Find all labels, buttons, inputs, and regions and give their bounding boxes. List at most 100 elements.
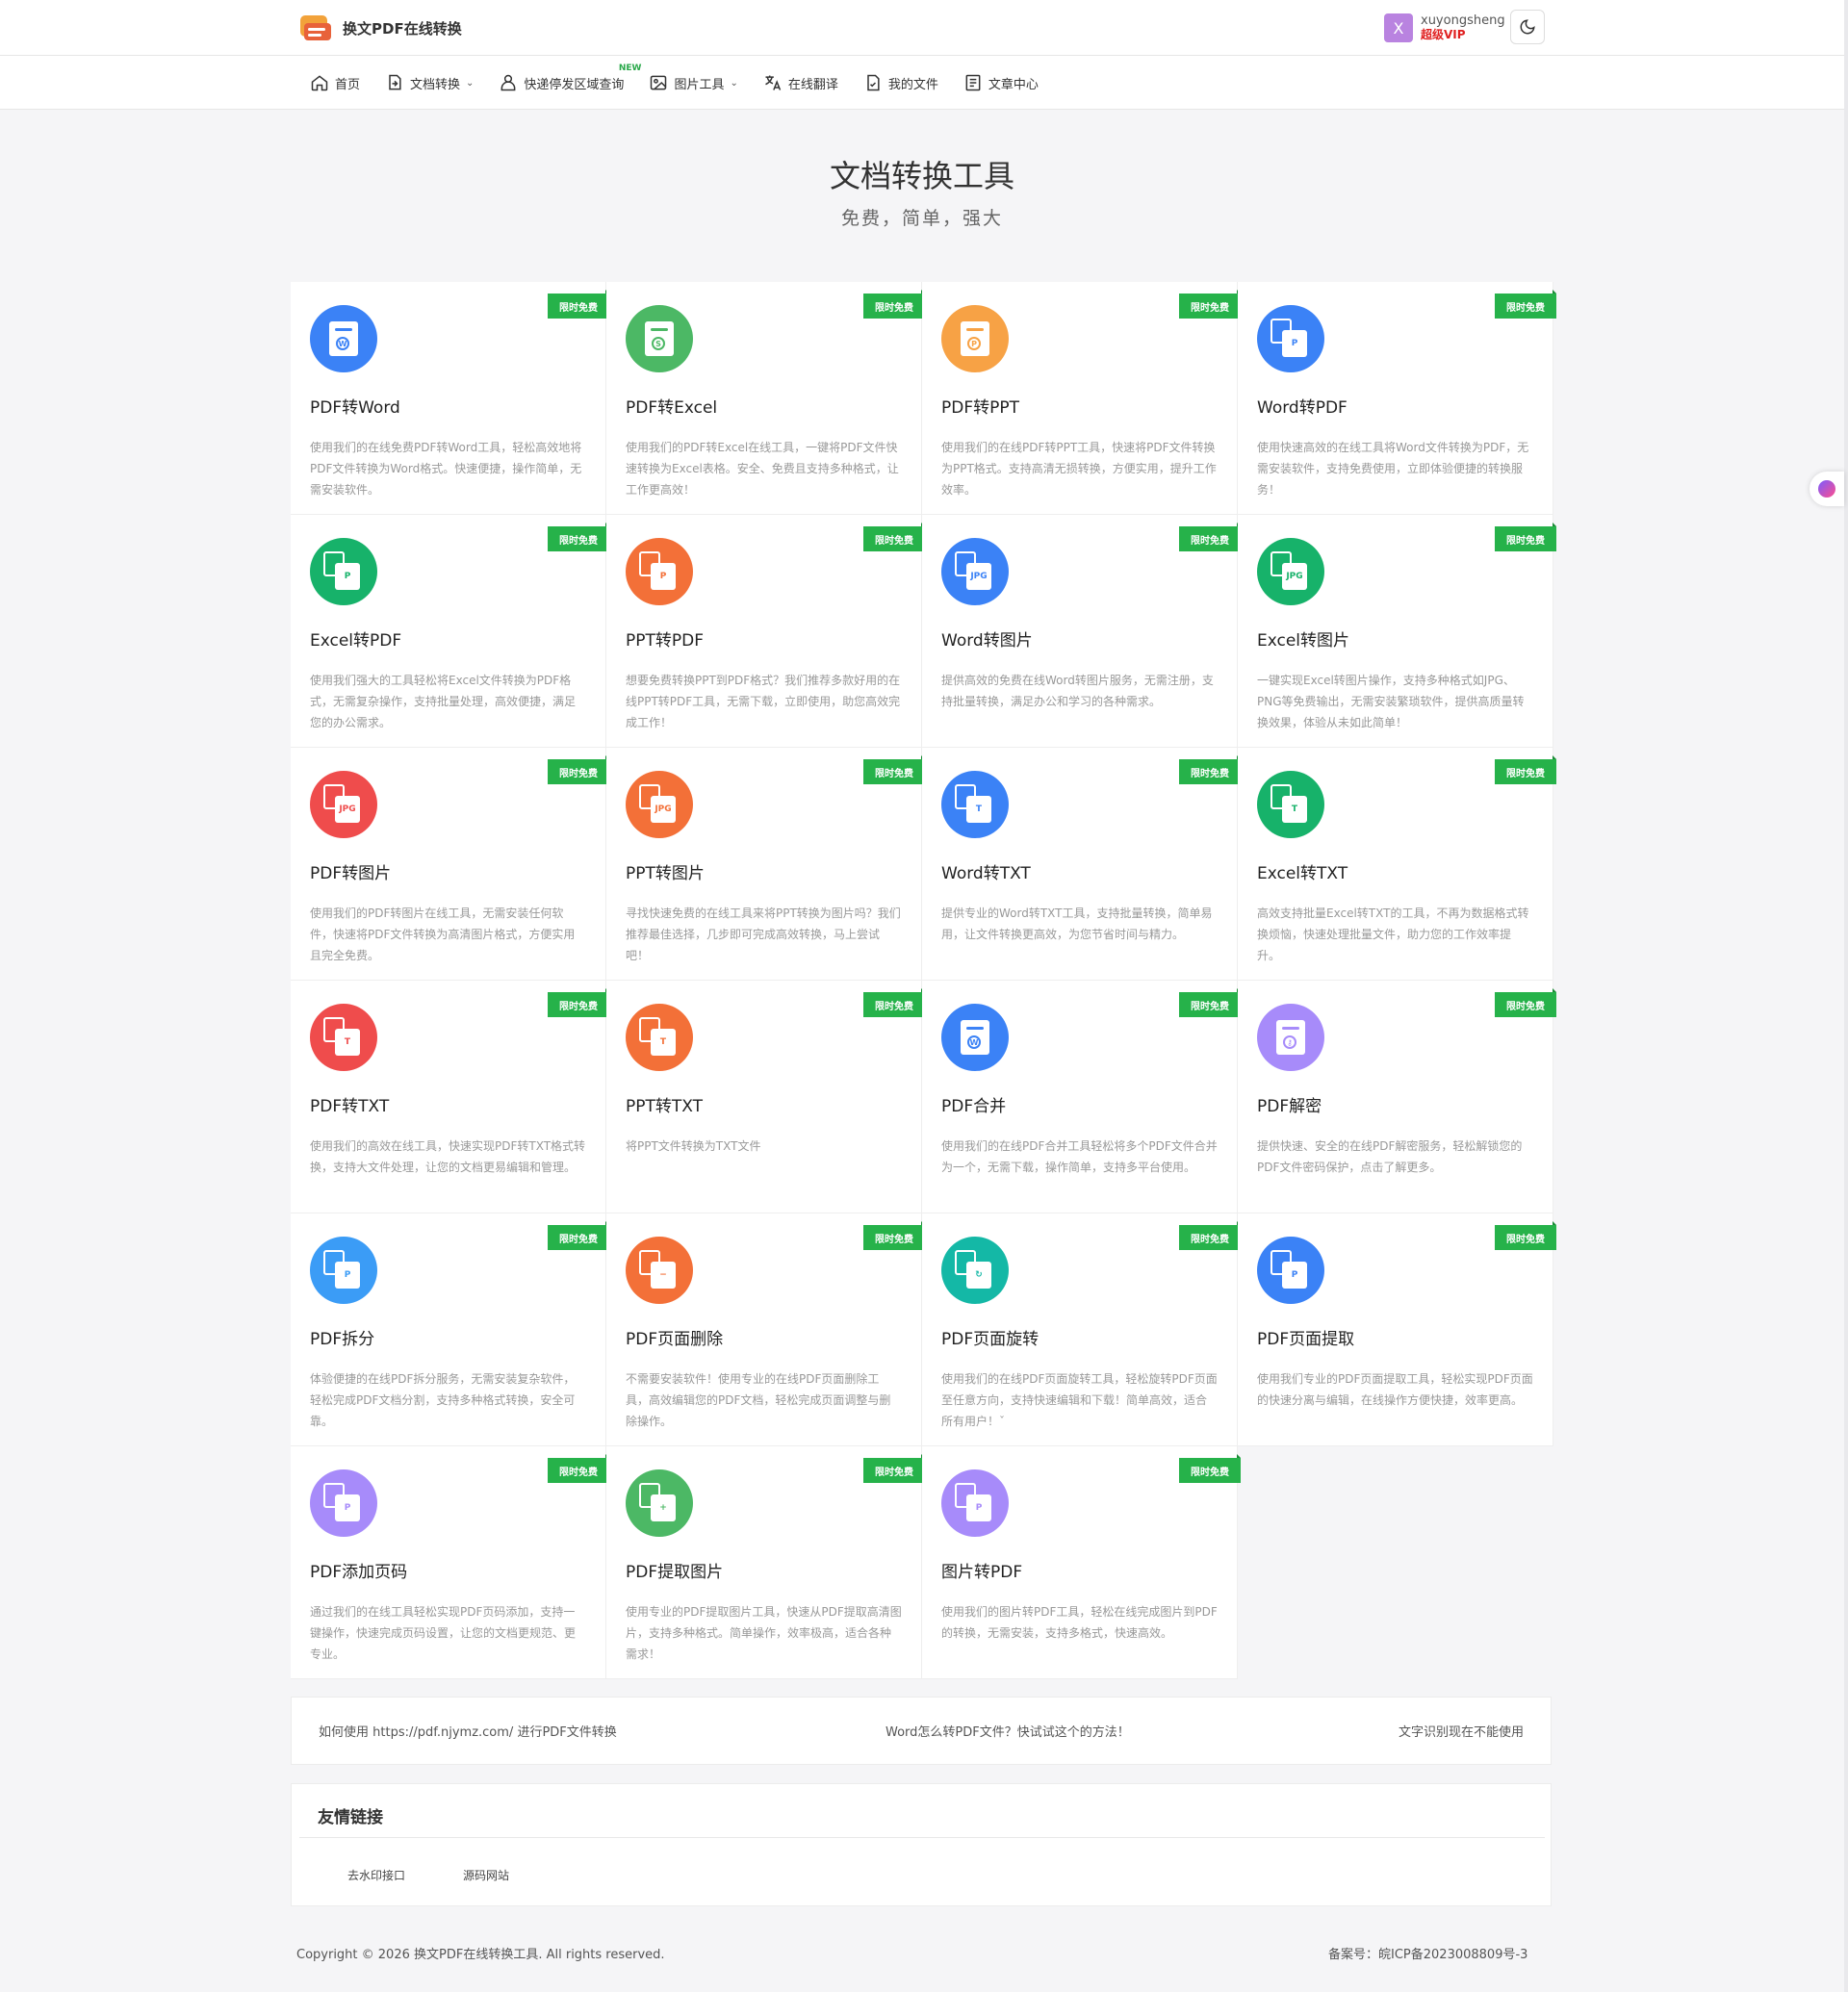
tool-title: PDF转图片 xyxy=(310,864,392,883)
tool-description: 使用我们的PDF转图片在线工具，无需安装任何软件，快速将PDF文件转换为高清图片… xyxy=(310,907,576,962)
friend-link-2[interactable]: 源码网站 xyxy=(463,1867,509,1883)
floating-assistant-button[interactable] xyxy=(1810,472,1844,506)
tool-card[interactable]: 限时免费 + PDF提取图片 使用专业的PDF提取图片工具，快速从PDF提取高清图片，… xyxy=(606,1446,925,1679)
article-link-1[interactable]: 如何使用 https://pdf.njymz.com/ 进行PDF文件转换 xyxy=(319,1722,617,1740)
tool-card[interactable]: 限时免费 P PPT转PDF 想要免费转换PPT到PDF格式？我们推荐多款好用的在线P… xyxy=(606,515,925,748)
tool-card[interactable]: 限时免费 JPG PPT转图片 寻找快速免费的在线工具来将PPT转换为图片吗？我们推荐… xyxy=(606,748,925,981)
tool-title: Excel转PDF xyxy=(310,631,402,651)
tool-icon: W xyxy=(941,1004,1009,1071)
free-ribbon: 限时免费 xyxy=(863,1221,925,1250)
tool-card[interactable]: 限时免费 W PDF转Word 使用我们的在线免费PDF转Word工具，轻松高效地将P… xyxy=(291,282,609,515)
doc-convert-icon xyxy=(389,74,401,90)
copyright-text: Copyright © 2026 换文PDF在线转换工具. All rights… xyxy=(296,1948,665,1962)
free-ribbon: 限时免费 xyxy=(1179,1454,1241,1483)
icp-record-text[interactable]: 备案号：皖ICP备2023008809号-3 xyxy=(1328,1944,1527,1962)
tool-card[interactable]: 限时免费 T PDF转TXT 使用我们的高效在线工具，快速实现PDF转TXT格式转换，… xyxy=(291,981,609,1213)
tool-title: PDF转Excel xyxy=(626,398,718,418)
nav-item-7[interactable]: 文章中心 xyxy=(963,73,1039,92)
tool-title: Excel转TXT xyxy=(1257,864,1348,883)
nav-item-5[interactable]: 在线翻译 xyxy=(763,73,838,92)
tool-description: 寻找快速免费的在线工具来将PPT转换为图片吗？我们推荐最佳选择，几步即可完成高效… xyxy=(626,907,901,962)
friend-link-1[interactable]: 去水印接口 xyxy=(347,1867,405,1883)
tool-card[interactable]: 限时免费 P PDF页面提取 使用我们专业的PDF页面提取工具，轻松实现PDF页面的快… xyxy=(1238,1213,1556,1446)
nav-item-1[interactable]: 首页 xyxy=(310,73,360,92)
user-menu[interactable]: X xuyongsheng 超级VIP xyxy=(1384,13,1505,42)
translate-icon xyxy=(764,75,782,90)
new-badge: NEW xyxy=(618,64,642,73)
article-link-2[interactable]: Word怎么转PDF文件？快试试这个的方法！ xyxy=(886,1722,1130,1740)
vip-badge: 超级VIP xyxy=(1421,28,1466,41)
tool-icon: ⚷ xyxy=(1257,1004,1324,1071)
tool-title: Word转图片 xyxy=(941,631,1033,651)
tool-title: PDF拆分 xyxy=(310,1330,375,1349)
tool-icon: T xyxy=(310,1004,377,1071)
tool-icon: P xyxy=(1257,1237,1324,1304)
free-ribbon: 限时免费 xyxy=(548,290,609,319)
tool-title: PDF解密 xyxy=(1257,1097,1322,1116)
free-ribbon: 限时免费 xyxy=(863,755,925,784)
tool-card[interactable]: 限时免费 S PDF转Excel 使用我们的PDF转Excel在线工具，一键将PDF文… xyxy=(606,282,925,515)
tool-description: 使用我们的在线免费PDF转Word工具，轻松高效地将PDF文件转换为Word格式… xyxy=(310,441,582,497)
free-ribbon: 限时免费 xyxy=(863,1454,925,1483)
tool-card[interactable]: 限时免费 P 图片转PDF 使用我们的图片转PDF工具，轻松在线完成图片到PDF的转换… xyxy=(922,1446,1241,1679)
nav-item-label: 图片工具 xyxy=(674,77,725,92)
tool-description: 提供专业的Word转TXT工具，支持批量转换，简单易用，让文件转换更高效，为您节… xyxy=(941,907,1213,941)
free-ribbon: 限时免费 xyxy=(548,1221,609,1250)
nav-item-label: 快递停发区域查询 xyxy=(524,77,625,92)
tool-description: 使用快速高效的在线工具将Word文件转换为PDF，无需安装软件，支持免费使用，立… xyxy=(1257,441,1529,497)
nav-item-2[interactable]: 文档转换 ⌄ xyxy=(385,73,474,92)
nav-item-label: 在线翻译 xyxy=(787,77,838,92)
site-logo[interactable]: 换文PDF在线转换 xyxy=(296,12,462,44)
scrollbar[interactable] xyxy=(1844,0,1848,1992)
nav-item-3[interactable]: 快递停发区域查询 NEW xyxy=(499,64,641,92)
tool-card[interactable]: 限时免费 P Word转PDF 使用快速高效的在线工具将Word文件转换为PDF，无需… xyxy=(1238,282,1556,515)
tool-card[interactable]: 限时免费 ⚷ PDF解密 提供快速、安全的在线PDF解密服务，轻松解锁您的PDF文件密… xyxy=(1238,981,1556,1213)
tool-card[interactable]: 限时免费 ↻ PDF页面旋转 使用我们的在线PDF页面旋转工具，轻松旋转PDF页面至任… xyxy=(922,1213,1241,1446)
tool-description: 想要免费转换PPT到PDF格式？我们推荐多款好用的在线PPT转PDF工具，无需下… xyxy=(626,674,901,729)
tool-description: 使用我们的在线PDF转PPT工具，快速将PDF文件转换为PPT格式。支持高清无损… xyxy=(941,441,1217,497)
tool-title: Word转TXT xyxy=(941,864,1031,883)
page-title: 文档转换工具 xyxy=(829,158,1014,194)
tool-card[interactable]: 限时免费 P PDF拆分 体验便捷的在线PDF拆分服务，无需安装复杂软件，轻松完成PD… xyxy=(291,1213,609,1446)
image-icon xyxy=(651,75,667,90)
tool-card[interactable]: 限时免费 JPG PDF转图片 使用我们的PDF转图片在线工具，无需安装任何软件，快速… xyxy=(291,748,609,981)
tool-icon: JPG xyxy=(1257,538,1324,605)
tool-icon: P xyxy=(310,1469,377,1537)
nav-item-6[interactable]: 我的文件 xyxy=(863,73,938,92)
tool-description: 使用我们的在线PDF页面旋转工具，轻松旋转PDF页面至任意方向，支持快速编辑和下… xyxy=(941,1372,1218,1428)
tool-icon: P xyxy=(941,1469,1009,1537)
tool-card[interactable]: 限时免费 JPG Excel转图片 一键实现Excel转图片操作，支持多种格式如JPG… xyxy=(1238,515,1556,748)
logo-text: 换文PDF在线转换 xyxy=(343,19,462,38)
tool-icon: JPG xyxy=(310,771,377,838)
tool-card[interactable]: 限时免费 T Word转TXT 提供专业的Word转TXT工具，支持批量转换，简单易用… xyxy=(922,748,1241,981)
tool-card[interactable]: 限时免费 W PDF合并 使用我们的在线PDF合并工具轻松将多个PDF文件合并为一个，… xyxy=(922,981,1241,1213)
article-link-3[interactable]: 文字识别现在不能使用 xyxy=(1399,1722,1524,1740)
tool-title: PDF页面提取 xyxy=(1257,1330,1355,1349)
tool-card[interactable]: 限时免费 P PDF转PPT 使用我们的在线PDF转PPT工具，快速将PDF文件转换为… xyxy=(922,282,1241,515)
top-header: 换文PDF在线转换 X xuyongsheng 超级VIP xyxy=(0,0,1844,56)
tool-card[interactable]: 限时免费 JPG Word转图片 提供高效的免费在线Word转图片服务，无需注册，支持… xyxy=(922,515,1241,748)
tool-card[interactable]: 限时免费 T PPT转TXT 将PPT文件转换为TXT文件 xyxy=(606,981,925,1213)
tool-title: PDF提取图片 xyxy=(626,1563,724,1582)
tool-description: 通过我们的在线工具轻松实现PDF页码添加，支持一键操作，快速完成页码设置，让您的… xyxy=(310,1605,577,1661)
tool-description: 体验便捷的在线PDF拆分服务，无需安装复杂软件，轻松完成PDF文档分割，支持多种… xyxy=(310,1372,576,1428)
free-ribbon: 限时免费 xyxy=(863,290,925,319)
free-ribbon: 限时免费 xyxy=(1495,988,1556,1017)
home-icon xyxy=(311,75,328,91)
tool-card[interactable]: 限时免费 P Excel转PDF 使用我们强大的工具轻松将Excel文件转换为PDF格… xyxy=(291,515,609,748)
tool-title: 图片转PDF xyxy=(941,1563,1023,1582)
tool-card[interactable]: 限时免费 − PDF页面删除 不需要安装软件！使用专业的在线PDF页面删除工具，高效编… xyxy=(606,1213,925,1446)
dark-mode-toggle-button[interactable] xyxy=(1510,10,1545,44)
chevron-down-icon: ⌄ xyxy=(466,77,475,89)
avatar[interactable]: X xyxy=(1384,13,1413,42)
tool-title: PDF转Word xyxy=(310,398,400,418)
tool-description: 使用专业的PDF提取图片工具，快速从PDF提取高清图片，支持多种格式。简单操作，… xyxy=(626,1605,902,1661)
tool-icon: JPG xyxy=(941,538,1009,605)
tool-title: PPT转图片 xyxy=(626,864,705,883)
page-subtitle: 免费，简单，强大 xyxy=(840,208,1003,229)
free-ribbon: 限时免费 xyxy=(1179,988,1241,1017)
tool-card[interactable]: 限时免费 P PDF添加页码 通过我们的在线工具轻松实现PDF页码添加，支持一键操作，… xyxy=(291,1446,609,1679)
tool-card[interactable]: 限时免费 T Excel转TXT 高效支持批量Excel转TXT的工具，不再为数据格式… xyxy=(1238,748,1556,981)
assistant-icon xyxy=(1818,480,1835,498)
nav-item-4[interactable]: 图片工具 ⌄ xyxy=(649,73,738,92)
